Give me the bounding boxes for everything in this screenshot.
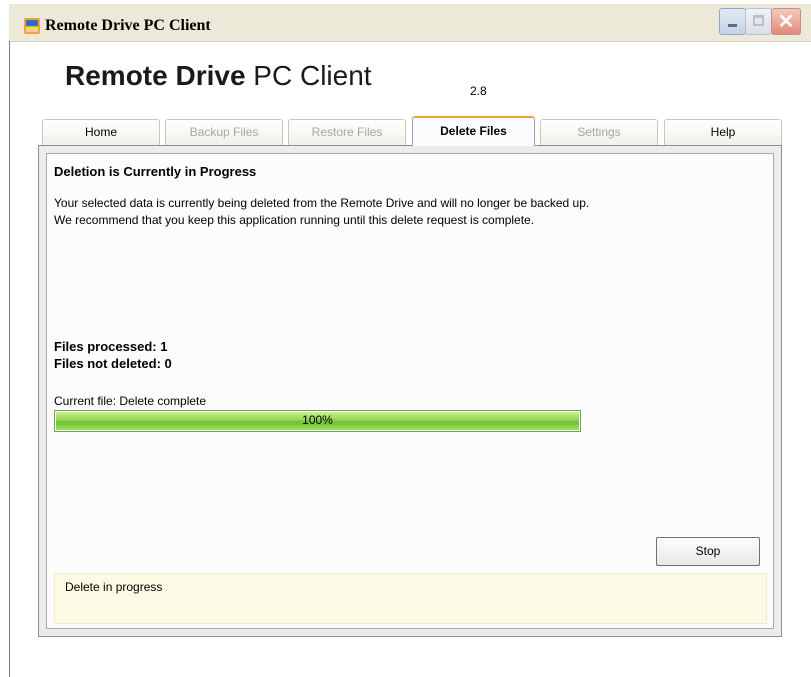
tab-help[interactable]: Help [664, 119, 782, 145]
stop-button[interactable]: Stop [656, 537, 760, 566]
window-title: Remote Drive PC Client [45, 17, 211, 34]
close-icon: ✕ [777, 11, 795, 33]
app-icon [24, 18, 40, 34]
tab-settings[interactable]: Settings [540, 119, 658, 145]
brand-light: PC Client [245, 60, 372, 91]
tab-home[interactable]: Home [42, 119, 160, 145]
files-processed-label: Files processed: 1 [54, 339, 168, 354]
minimize-button[interactable] [719, 8, 746, 35]
files-not-deleted-label: Files not deleted: 0 [54, 356, 172, 371]
description-line-1: Your selected data is currently being de… [54, 196, 590, 210]
brand-bold: Remote Drive [65, 60, 246, 91]
progress-percent: 100% [302, 413, 333, 427]
minimize-icon [728, 24, 737, 27]
deletion-heading: Deletion is Currently in Progress [54, 164, 257, 179]
tab-backup-files[interactable]: Backup Files [165, 119, 283, 145]
tab-delete-files[interactable]: Delete Files [412, 116, 535, 146]
version-label: 2.8 [470, 84, 487, 98]
title-bar: Remote Drive PC Client ✕ [9, 4, 811, 42]
maximize-icon [753, 15, 764, 26]
current-file-label: Current file: Delete complete [54, 394, 207, 408]
description-line-2: We recommend that you keep this applicat… [54, 213, 535, 227]
app-heading: Remote Drive PC Client [65, 60, 372, 92]
maximize-button[interactable] [745, 8, 772, 35]
tab-restore-files[interactable]: Restore Files [288, 119, 406, 145]
status-area: Delete in progress [54, 573, 767, 624]
close-button[interactable]: ✕ [771, 8, 801, 35]
status-text: Delete in progress [65, 580, 163, 594]
progress-bar: 100% [54, 410, 581, 432]
